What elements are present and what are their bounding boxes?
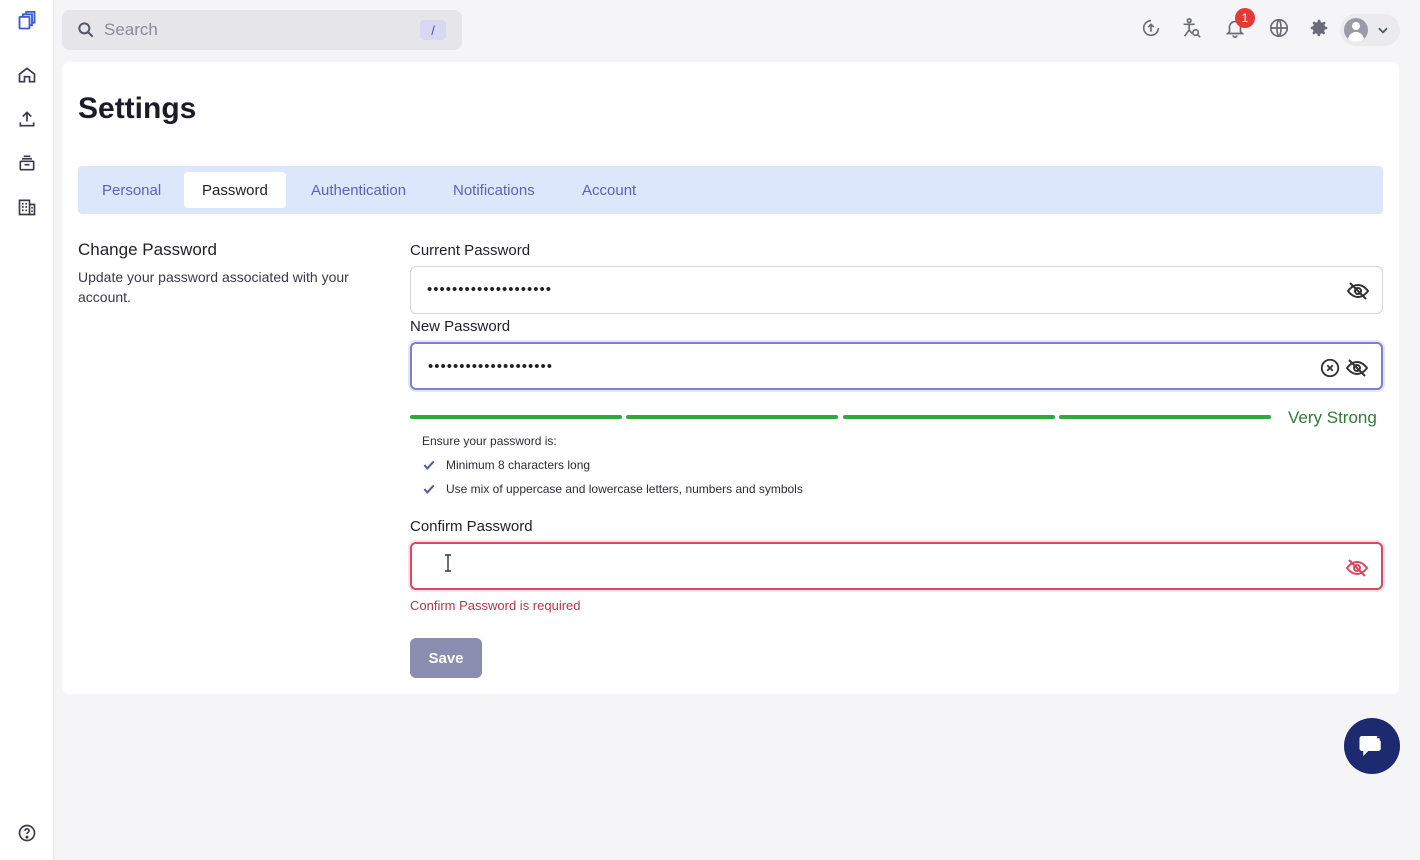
app-logo-icon[interactable] (12, 6, 42, 36)
search-icon (78, 22, 94, 38)
new-password-value: •••••••••••••••••••• (428, 358, 554, 375)
tab-password[interactable]: Password (184, 172, 286, 208)
eye-off-icon[interactable] (1345, 356, 1369, 380)
search-bar[interactable]: / (62, 10, 462, 50)
confirm-password-label: Confirm Password (410, 518, 533, 535)
globe-icon[interactable] (1267, 16, 1291, 40)
search-input[interactable] (104, 20, 404, 40)
translate-icon[interactable] (1179, 16, 1203, 40)
home-icon[interactable] (12, 60, 42, 90)
user-avatar-icon (1344, 18, 1368, 42)
save-button[interactable]: Save (410, 638, 482, 678)
new-password-field[interactable]: •••••••••••••••••••• (410, 342, 1383, 390)
requirement-item: Minimum 8 characters long (422, 458, 590, 472)
confirm-password-error: Confirm Password is required (410, 598, 581, 613)
eye-off-icon[interactable] (1346, 279, 1370, 303)
strength-segment-2 (626, 415, 838, 419)
check-icon (423, 460, 435, 471)
help-icon[interactable] (12, 818, 42, 848)
archive-icon[interactable] (12, 148, 42, 178)
sidebar (0, 0, 54, 860)
notification-badge: 1 (1235, 8, 1255, 28)
upload-icon[interactable] (12, 104, 42, 134)
building-icon[interactable] (12, 192, 42, 222)
section-title: Change Password (78, 240, 217, 259)
user-menu[interactable] (1340, 14, 1400, 46)
upload-circle-icon[interactable] (1139, 16, 1163, 40)
chevron-down-icon (1378, 27, 1388, 34)
clear-icon[interactable] (1319, 357, 1341, 379)
new-password-label: New Password (410, 318, 511, 335)
strength-segment-4 (1059, 415, 1271, 419)
requirements-title: Ensure your password is: (422, 434, 557, 448)
settings-tabs: Personal Password Authentication Notific… (78, 166, 1383, 214)
strength-label: Very Strong (1288, 408, 1377, 427)
tab-authentication[interactable]: Authentication (293, 172, 424, 208)
page-title: Settings (78, 92, 197, 125)
tab-personal[interactable]: Personal (84, 172, 179, 208)
tab-notifications[interactable]: Notifications (435, 172, 553, 208)
chat-button[interactable] (1344, 718, 1400, 774)
chat-icon (1359, 733, 1385, 756)
current-password-label: Current Password (410, 242, 531, 259)
current-password-value: •••••••••••••••••••• (427, 281, 553, 298)
text-cursor-icon (445, 554, 451, 572)
section-description: Update your password associated with you… (78, 269, 349, 305)
search-shortcut-hint: / (420, 20, 446, 40)
requirement-item: Use mix of uppercase and lowercase lette… (422, 482, 803, 496)
confirm-password-field[interactable] (410, 542, 1383, 590)
check-icon (423, 484, 435, 495)
tab-account[interactable]: Account (564, 172, 654, 208)
requirement-text: Minimum 8 characters long (446, 458, 591, 472)
settings-card: Settings Personal Password Authenticatio… (62, 62, 1399, 694)
strength-segment-3 (843, 415, 1055, 419)
current-password-field[interactable]: •••••••••••••••••••• (410, 266, 1383, 314)
gear-icon[interactable] (1307, 16, 1331, 40)
eye-off-icon[interactable] (1345, 556, 1369, 580)
requirement-text: Use mix of uppercase and lowercase lette… (446, 482, 803, 496)
strength-segment-1 (410, 415, 622, 419)
